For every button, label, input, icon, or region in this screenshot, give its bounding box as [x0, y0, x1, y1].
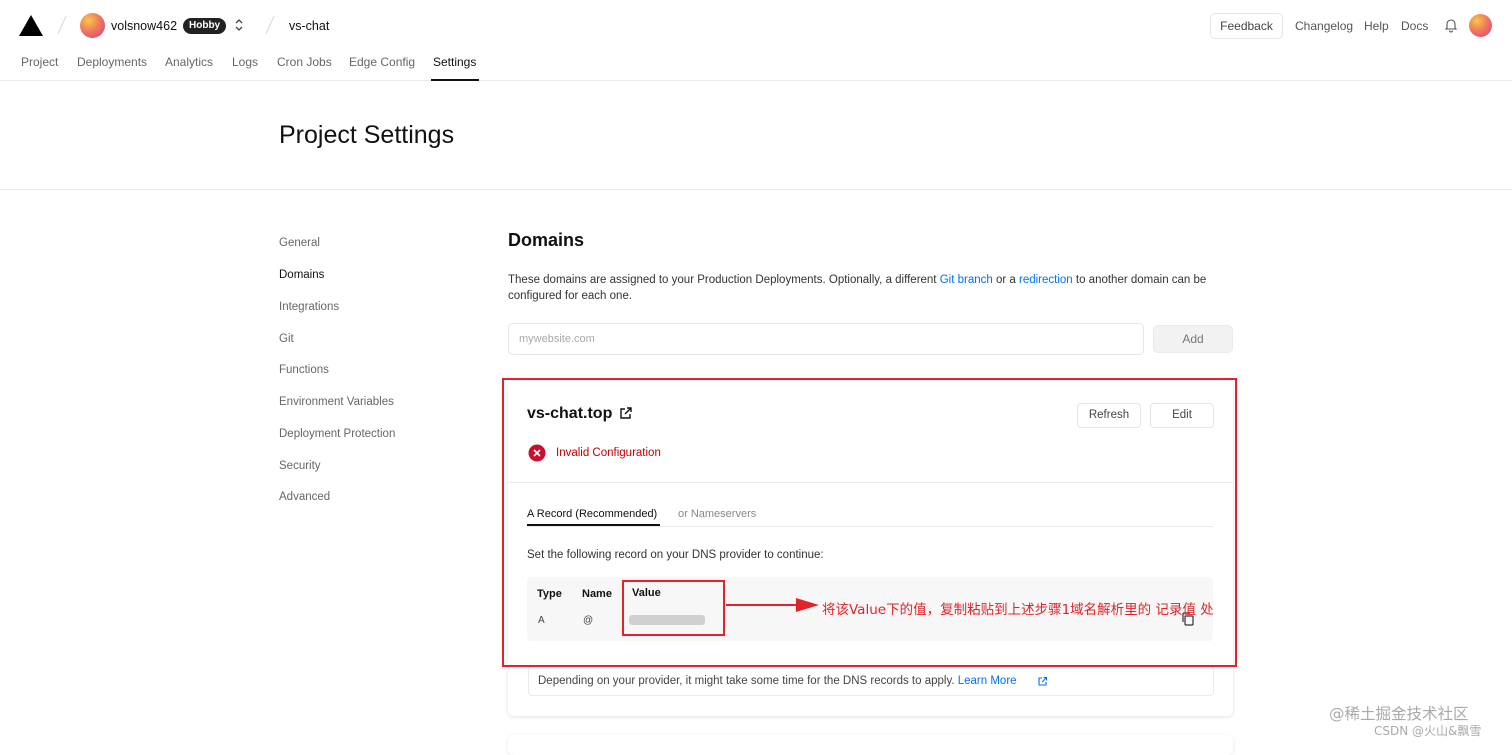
bell-icon[interactable] — [1444, 18, 1458, 33]
sidebar-item-git[interactable]: Git — [279, 333, 294, 345]
next-domain-card — [508, 735, 1233, 755]
vercel-logo-icon[interactable] — [19, 15, 43, 36]
tab-logs[interactable]: Logs — [232, 55, 258, 69]
tab-deployments[interactable]: Deployments — [77, 55, 147, 69]
learn-more-link[interactable]: Learn More — [958, 675, 1017, 687]
domain-input[interactable] — [508, 323, 1144, 355]
changelog-link[interactable]: Changelog — [1295, 19, 1353, 33]
annotation-text: 将该Value下的值，复制粘贴到上述步骤1域名解析里的 记录值 处 — [822, 602, 1214, 618]
page-header: Project Settings — [0, 81, 1512, 190]
separator-slash-icon — [265, 15, 275, 35]
note-text: Depending on your provider, it might tak… — [538, 675, 1017, 687]
sidebar-item-advanced[interactable]: Advanced — [279, 491, 330, 503]
tab-project[interactable]: Project — [21, 55, 58, 69]
top-bar: volsnow462 Hobby vs-chat Feedback Change… — [0, 0, 1512, 81]
tab-analytics[interactable]: Analytics — [165, 55, 213, 69]
sidebar-item-domains[interactable]: Domains — [279, 269, 324, 281]
annotation-arrow-icon — [726, 598, 819, 612]
user-avatar[interactable] — [1469, 14, 1492, 37]
note-body: Depending on your provider, it might tak… — [538, 675, 958, 687]
desc-text: or a — [992, 274, 1019, 286]
project-nav: Project Deployments Analytics Logs Cron … — [0, 54, 700, 81]
separator-slash-icon — [57, 15, 67, 35]
add-domain-button[interactable]: Add — [1153, 325, 1233, 353]
annotation-outline-value — [622, 580, 725, 636]
domains-description: These domains are assigned to your Produ… — [508, 272, 1238, 304]
page-title: Project Settings — [279, 121, 455, 149]
docs-link[interactable]: Docs — [1401, 19, 1428, 33]
watermark-juejin: @稀土掘金技术社区 — [1329, 705, 1469, 723]
username[interactable]: volsnow462 — [111, 19, 177, 33]
sidebar-item-functions[interactable]: Functions — [279, 364, 329, 376]
sidebar-item-security[interactable]: Security — [279, 460, 321, 472]
sidebar-item-environment-variables[interactable]: Environment Variables — [279, 396, 394, 408]
chevron-up-down-icon[interactable] — [233, 17, 245, 33]
sidebar-item-deployment-protection[interactable]: Deployment Protection — [279, 428, 395, 440]
project-name[interactable]: vs-chat — [289, 19, 329, 33]
desc-text: These domains are assigned to your Produ… — [508, 274, 940, 286]
external-link-icon[interactable] — [1037, 676, 1048, 687]
git-branch-link[interactable]: Git branch — [940, 274, 993, 286]
watermark-csdn: CSDN @火山&飘雪 — [1374, 724, 1482, 738]
sidebar-item-integrations[interactable]: Integrations — [279, 301, 339, 313]
tab-settings[interactable]: Settings — [433, 55, 476, 69]
domains-title: Domains — [508, 230, 585, 250]
annotation-outline-card — [502, 378, 1237, 667]
sidebar-item-general[interactable]: General — [279, 237, 320, 249]
plan-badge: Hobby — [183, 18, 227, 34]
tab-edge-config[interactable]: Edge Config — [349, 55, 415, 69]
redirection-link[interactable]: redirection — [1019, 274, 1073, 286]
propagation-note: Depending on your provider, it might tak… — [528, 666, 1214, 696]
feedback-button[interactable]: Feedback — [1210, 13, 1283, 39]
team-avatar[interactable] — [80, 13, 105, 38]
tab-cron-jobs[interactable]: Cron Jobs — [277, 55, 332, 69]
help-link[interactable]: Help — [1364, 19, 1389, 33]
